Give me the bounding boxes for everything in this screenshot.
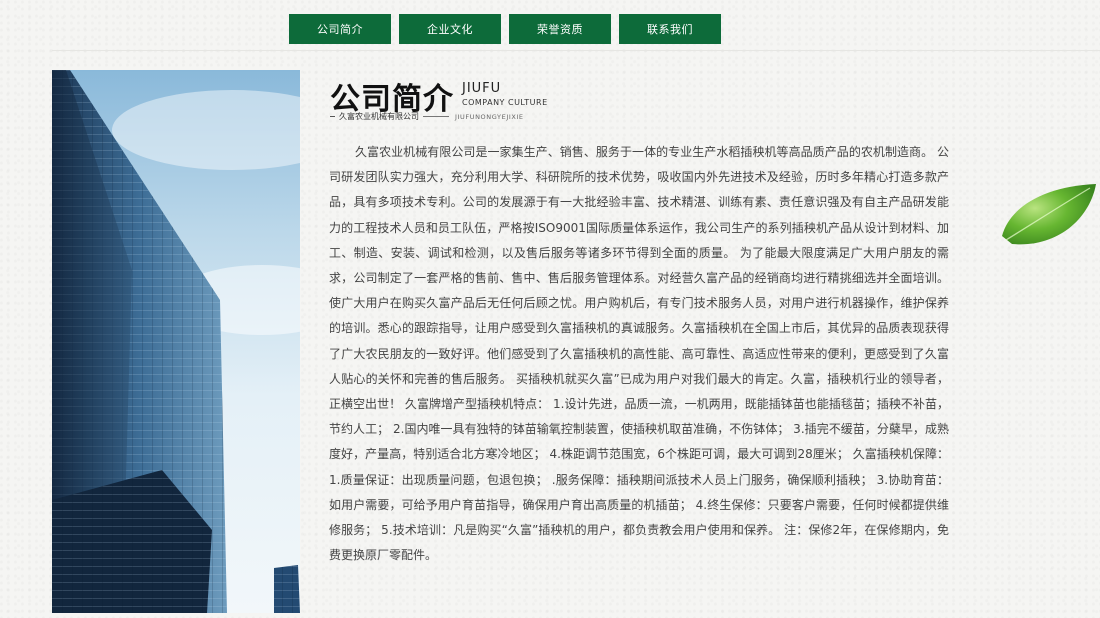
- top-nav: 公司简介 企业文化 荣誉资质 联系我们: [289, 14, 721, 44]
- dash-divider: [330, 116, 335, 117]
- company-name: 久富农业机械有限公司: [339, 112, 419, 121]
- company-line: 久富农业机械有限公司 JIUFUNONGYEJIXIE: [330, 111, 524, 122]
- company-description: 久富农业机械有限公司是一家集生产、销售、服务于一体的专业生产水稻插秧机等高品质产…: [329, 145, 949, 563]
- line-divider: [423, 116, 449, 117]
- section-title-en: JIUFU: [462, 81, 502, 96]
- section-subtitle-en: COMPANY CULTURE: [462, 98, 548, 107]
- nav-corporate-culture[interactable]: 企业文化: [399, 14, 501, 44]
- nav-company-intro[interactable]: 公司简介: [289, 14, 391, 44]
- company-pinyin: JIUFUNONGYEJIXIE: [455, 112, 524, 121]
- nav-divider: [52, 50, 1100, 51]
- leaf-icon: [998, 178, 1098, 260]
- nav-contact-us[interactable]: 联系我们: [619, 14, 721, 44]
- skyscraper-photo: [52, 70, 300, 613]
- nav-honors[interactable]: 荣誉资质: [509, 14, 611, 44]
